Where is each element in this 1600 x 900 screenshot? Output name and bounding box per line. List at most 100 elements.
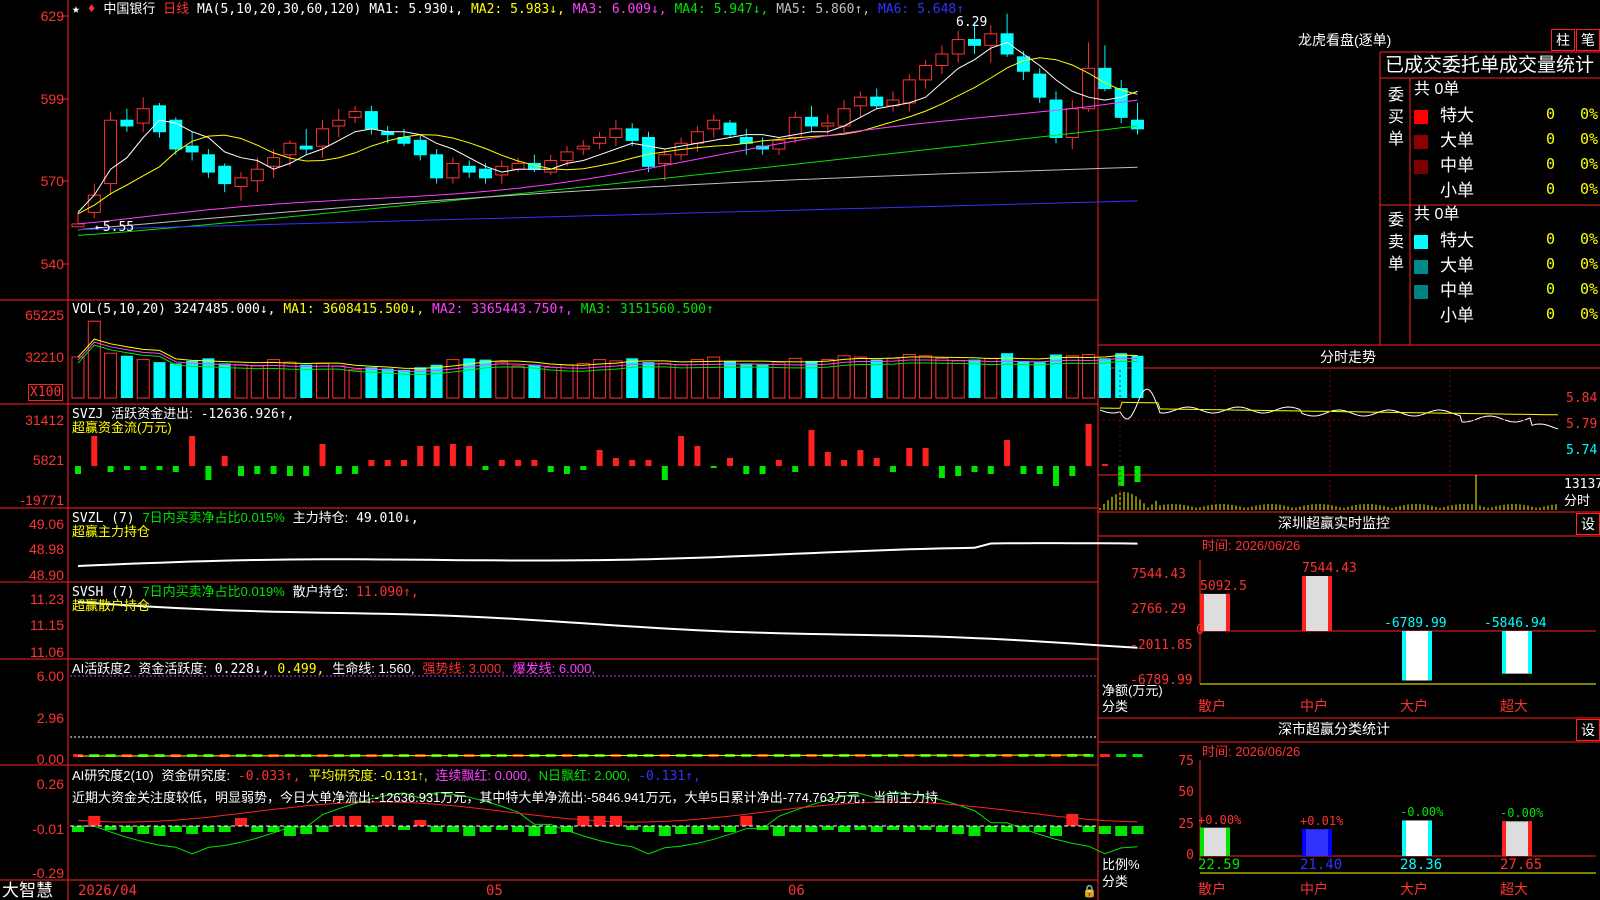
monitor-bar-value: -5846.94 [1484, 616, 1547, 631]
svzl-ytick: 48.98 [28, 541, 64, 557]
candle-body [642, 137, 655, 167]
classify-bar [1402, 820, 1432, 856]
vol-bar [707, 356, 721, 399]
order-row-value: 0 [1546, 130, 1556, 148]
flow-bar [335, 466, 342, 474]
capital-flow-bars [75, 424, 1141, 486]
vol-bar [788, 357, 802, 399]
flow-bar [254, 466, 261, 474]
candle-body [87, 194, 101, 213]
vol-arrow: ↓ [259, 302, 268, 317]
candle-body [1033, 73, 1047, 98]
monitor-time: 时间: 2026/06/26 [1202, 538, 1301, 553]
vol-bar [658, 362, 672, 399]
candle-body [951, 39, 965, 55]
vol-bar [511, 365, 525, 399]
flow-bar [107, 466, 114, 472]
vol-bar [283, 361, 297, 399]
tick-mode-button[interactable]: 笔 [1576, 29, 1600, 51]
classify-time: 时间: 2026/06/26 [1202, 744, 1301, 759]
vol-bar [821, 359, 835, 399]
stock-name[interactable]: 中国银行 [103, 1, 155, 16]
candle-body [332, 119, 346, 127]
dragon-tabs[interactable]: 已成交委托单成交量统计 [1385, 56, 1594, 76]
vol-bar [919, 355, 933, 399]
vol-bar [1001, 353, 1014, 398]
research-bar [1066, 814, 1079, 826]
research-bar [169, 826, 182, 832]
vol-bar [1131, 355, 1144, 398]
candle-body [446, 162, 460, 179]
vol-bar [1065, 355, 1079, 399]
classify-bar-edge [1328, 829, 1332, 856]
monitor-category: 散户 [1198, 698, 1226, 714]
candle-body [1016, 56, 1030, 72]
lock-icon[interactable]: 🔒 [1082, 884, 1097, 899]
chart-canvas[interactable] [0, 0, 1600, 900]
flow-bar [384, 460, 391, 466]
classify-settings-button[interactable]: 设 [1576, 719, 1600, 741]
ma2-line [77, 57, 1138, 215]
brand-logo[interactable]: 大智慧 [2, 882, 53, 900]
classify-title: 深市超赢分类统计 [1278, 721, 1390, 737]
research-bar [658, 826, 671, 836]
star-icon[interactable]: ★ [72, 2, 80, 17]
candle-body [413, 139, 427, 156]
classify-bar [1502, 821, 1532, 856]
candle-body [1131, 119, 1144, 130]
flow-bar [564, 466, 570, 474]
period-label[interactable]: 日线 [163, 1, 189, 16]
monitor-bar-edge [1402, 631, 1406, 681]
monitor-settings-button[interactable]: 设 [1576, 513, 1600, 535]
vol-ma2: MA2: 3365443.750↑, [432, 302, 573, 317]
svzl-ytick: 48.90 [28, 567, 64, 583]
research-bar [316, 826, 329, 832]
flow-bar [841, 460, 848, 466]
classify-ytick: 50 [1178, 785, 1194, 800]
vol-bar [951, 360, 965, 399]
flow-bar [694, 446, 701, 466]
vol-bar [169, 363, 182, 398]
candle-body [625, 128, 639, 141]
monitor-bar-value: 7544.43 [1302, 561, 1357, 576]
research-bar [952, 826, 965, 834]
svzl-label: 主力持仓: [292, 510, 349, 525]
ai-research-ytick: -0.01 [32, 821, 64, 837]
moving-average-lines [77, 41, 1138, 236]
candle-body [153, 105, 166, 133]
svsh-ytick: 11.23 [30, 591, 64, 607]
order-color-swatch [1414, 160, 1428, 174]
research-bar [398, 826, 410, 830]
order-row-pct: 0% [1580, 255, 1599, 273]
order-row-pct: 0% [1580, 105, 1599, 123]
intraday-ytick: 5.79 [1566, 417, 1598, 432]
monitor-bar-edge [1528, 631, 1532, 674]
vol-bar [853, 356, 867, 399]
research-bar [870, 826, 883, 832]
research-bar [707, 826, 720, 830]
classify-bar [1200, 827, 1230, 856]
candle-body [593, 137, 607, 144]
flow-bar [645, 460, 652, 466]
order-row-pct: 0% [1580, 280, 1599, 298]
vol-bar [1017, 360, 1030, 398]
vol-unit-label[interactable]: X100 [28, 384, 64, 401]
ai-research-label: 资金研究度: [161, 768, 231, 783]
classify-bar-edge [1528, 821, 1532, 856]
flow-bar [580, 466, 587, 470]
ai-active-title: AI活跃度2 [72, 661, 131, 676]
flow-bar [922, 448, 929, 466]
ai-active-strong: 强势线: 3.000, [422, 661, 505, 676]
ai-research-red: 连续飘红: 0.000, [435, 768, 531, 783]
vol-bar [136, 359, 150, 399]
flow-bar [238, 466, 244, 476]
candle-body [120, 119, 134, 127]
research-bar [137, 826, 150, 834]
bar-mode-button[interactable]: 柱 [1551, 29, 1575, 51]
research-bar [609, 816, 622, 826]
vol-bar [218, 363, 231, 398]
flow-bar [938, 466, 945, 478]
candle-body [984, 33, 998, 46]
order-color-swatch [1414, 285, 1428, 299]
candle-body [218, 165, 232, 185]
